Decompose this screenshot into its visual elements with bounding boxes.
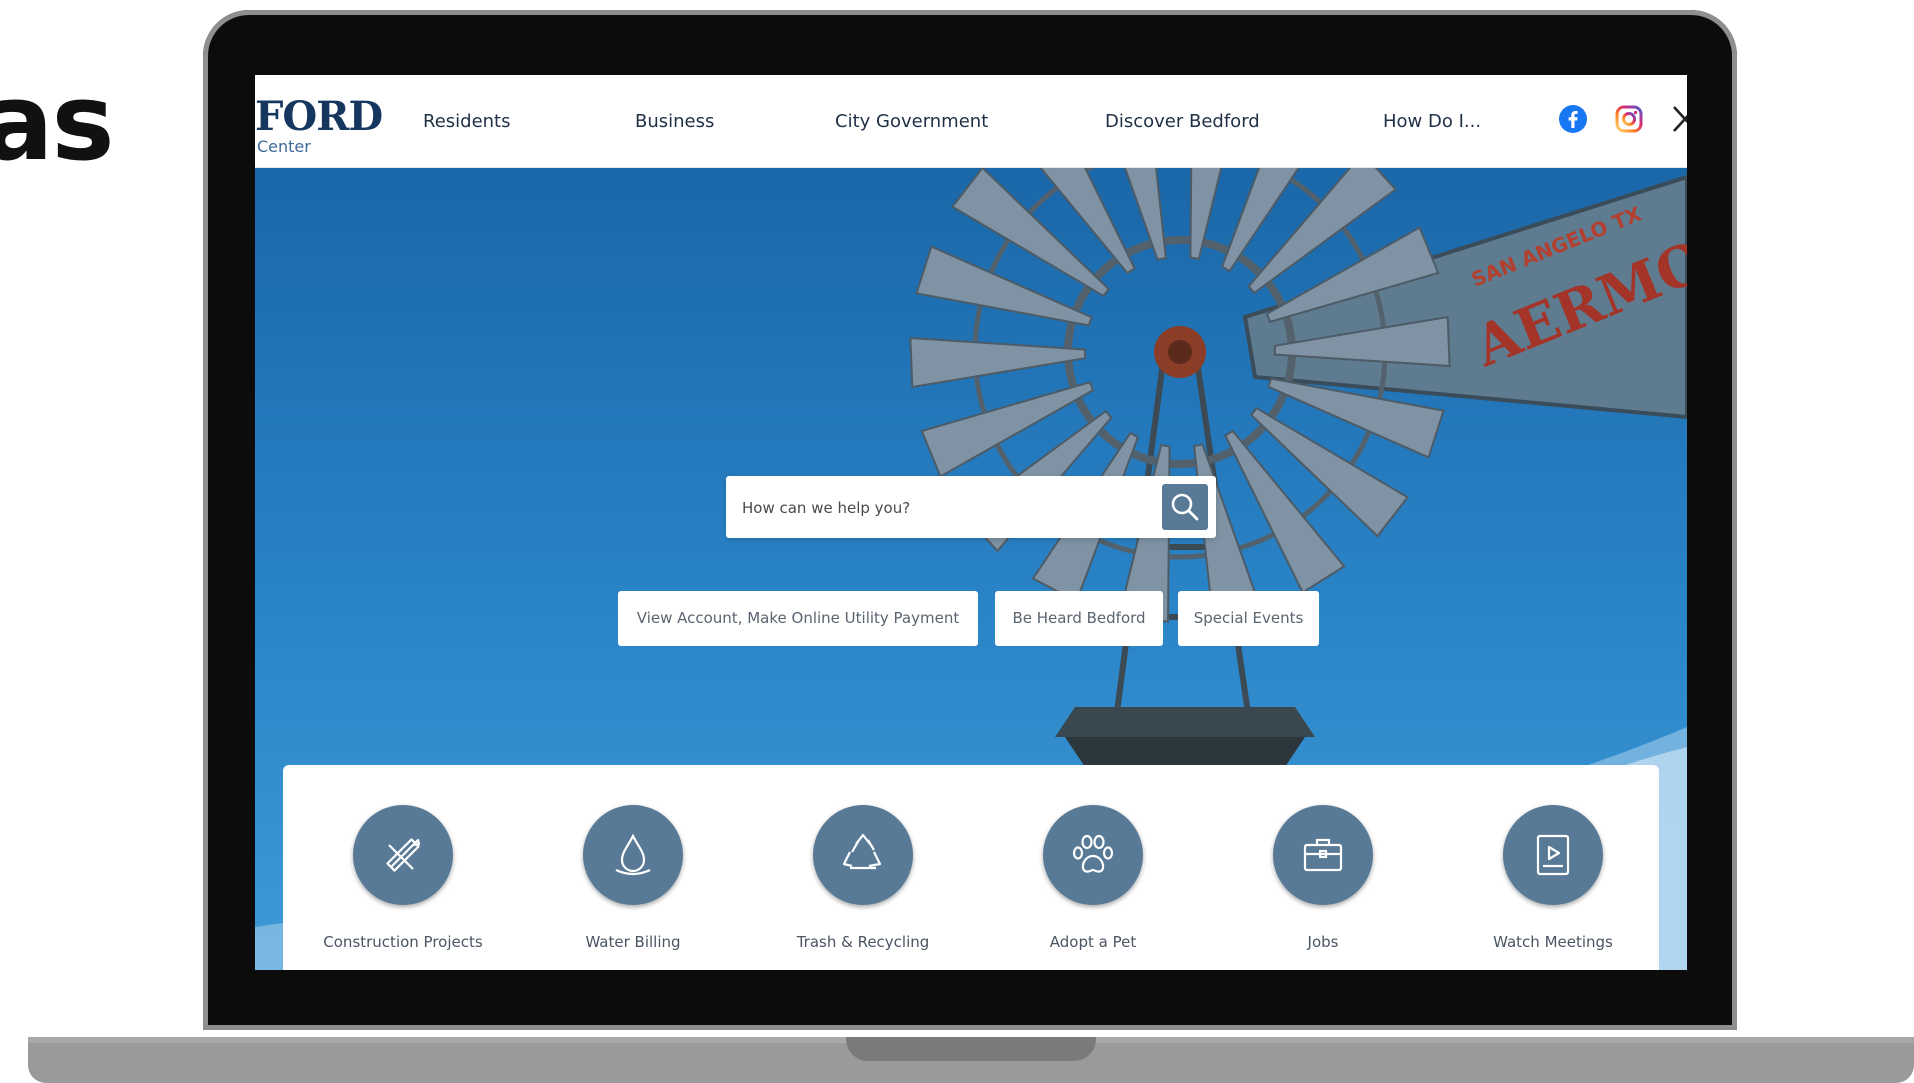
instagram-icon[interactable] [1614, 104, 1644, 134]
briefcase-icon [1303, 838, 1343, 872]
video-play-icon [1536, 834, 1570, 876]
recycle-icon [842, 833, 882, 870]
service-water-billing[interactable]: Water Billing [523, 805, 743, 955]
service-adopt-a-pet[interactable]: Adopt a Pet [983, 805, 1203, 955]
search-icon [1171, 493, 1199, 521]
windmill-blade [909, 336, 1087, 389]
search-input[interactable] [740, 476, 1164, 540]
x-icon[interactable] [1670, 104, 1687, 134]
service-watch-meetings[interactable]: Watch Meetings [1443, 805, 1663, 955]
service-icon-circle [1273, 805, 1373, 905]
service-label: Jobs [1307, 933, 1339, 951]
quick-link-special-events[interactable]: Special Events [1178, 591, 1319, 646]
facebook-icon[interactable] [1558, 104, 1588, 134]
search-button[interactable] [1162, 484, 1208, 530]
nav-business[interactable]: Business [635, 111, 714, 132]
service-icon-circle [1503, 805, 1603, 905]
service-label: Adopt a Pet [1049, 933, 1137, 951]
laptop-screen: FORD Center Residents Business City Gove… [255, 75, 1687, 970]
nav-how-do-i[interactable]: How Do I... [1383, 111, 1481, 132]
service-label: Watch Meetings [1493, 933, 1613, 951]
nav-city-government[interactable]: City Government [835, 111, 988, 132]
service-icon-circle [813, 805, 913, 905]
quick-link-utility-payment[interactable]: View Account, Make Online Utility Paymen… [618, 591, 978, 646]
service-construction-projects[interactable]: Construction Projects [293, 805, 513, 955]
quick-link-be-heard[interactable]: Be Heard Bedford [995, 591, 1163, 646]
laptop-notch [846, 1037, 1096, 1061]
service-icon-circle [1043, 805, 1143, 905]
partial-heading: as [0, 61, 115, 184]
service-trash-recycling[interactable]: Trash & Recycling [753, 805, 973, 955]
service-jobs[interactable]: Jobs [1213, 805, 1433, 955]
service-label: Water Billing [585, 933, 681, 951]
service-icon-circle [583, 805, 683, 905]
site-logo-subtitle: Center [257, 137, 311, 156]
site-logo[interactable]: FORD [255, 97, 383, 137]
pencil-ruler-icon [386, 838, 421, 872]
paw-icon [1072, 834, 1114, 873]
service-label: Trash & Recycling [796, 933, 930, 951]
services-panel: Construction Projects Water Billing Tras… [283, 765, 1659, 970]
nav-residents[interactable]: Residents [423, 111, 511, 132]
search-bar [726, 476, 1216, 540]
nav-discover-bedford[interactable]: Discover Bedford [1105, 111, 1260, 132]
service-icon-circle [353, 805, 453, 905]
water-drop-icon [615, 833, 651, 876]
site-header: FORD Center Residents Business City Gove… [255, 75, 1687, 168]
service-label: Construction Projects [323, 933, 483, 951]
